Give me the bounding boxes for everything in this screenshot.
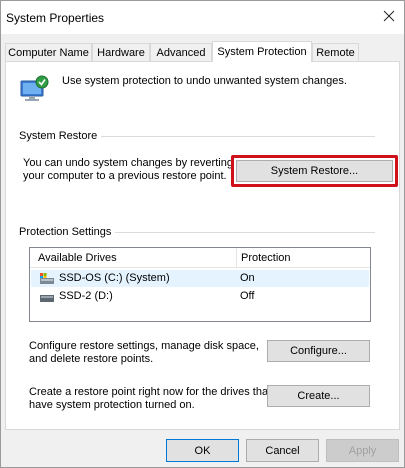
tab-remote[interactable]: Remote	[312, 43, 359, 61]
drive-name: SSD-2 (D:)	[59, 290, 113, 302]
intro-text: Use system protection to undo unwanted s…	[62, 75, 347, 87]
system-protection-icon	[20, 75, 49, 101]
system-restore-description: You can undo system changes by reverting…	[23, 157, 233, 183]
tab-hardware[interactable]: Hardware	[92, 43, 150, 61]
description-line: You can undo system changes by reverting	[23, 157, 233, 169]
protection-settings-group-title: Protection Settings	[19, 226, 116, 238]
tab-computer-name[interactable]: Computer Name	[5, 43, 92, 61]
create-description: Create a restore point right now for the…	[29, 386, 271, 412]
drive-protection-status: Off	[240, 290, 255, 302]
system-protection-panel: Use system protection to undo unwanted s…	[5, 61, 400, 430]
system-restore-group-title: System Restore	[19, 130, 102, 142]
tab-label: Remote	[316, 46, 355, 59]
tab-label: Computer Name	[8, 46, 89, 59]
system-drive-icon	[40, 273, 54, 284]
system-restore-button[interactable]: System Restore...	[236, 160, 393, 182]
close-icon	[383, 10, 395, 22]
button-label: OK	[194, 444, 211, 457]
window-title: System Properties	[6, 11, 105, 25]
tab-label: System Protection	[217, 46, 307, 58]
tab-label: Hardware	[97, 46, 145, 59]
drive-row[interactable]: SSD-2 (D:) Off	[31, 288, 369, 305]
cancel-button[interactable]: Cancel	[246, 439, 319, 462]
description-line: your computer to a previous restore poin…	[23, 170, 227, 182]
configure-button[interactable]: Configure...	[267, 340, 370, 362]
drive-protection-status: On	[240, 272, 255, 284]
drive-row[interactable]: SSD-OS (C:) (System) On	[31, 270, 369, 287]
tab-label: Advanced	[156, 46, 206, 59]
description-line: Create a restore point right now for the…	[29, 386, 272, 398]
system-properties-dialog: System Properties Computer Name Hardware…	[0, 0, 405, 468]
button-label: Apply	[348, 444, 377, 457]
drives-list: Available Drives Protection SSD-OS (C:) …	[29, 247, 371, 322]
description-line: Configure restore settings, manage disk …	[29, 340, 259, 352]
create-button[interactable]: Create...	[267, 385, 370, 407]
drive-name: SSD-OS (C:) (System)	[59, 272, 170, 284]
tab-advanced[interactable]: Advanced	[150, 43, 212, 61]
button-label: Cancel	[265, 444, 300, 457]
column-header-available-drives[interactable]: Available Drives	[38, 252, 117, 264]
ok-button[interactable]: OK	[166, 439, 239, 462]
button-label: System Restore...	[270, 165, 359, 177]
title-bar: System Properties	[1, 1, 404, 34]
column-separator	[236, 248, 237, 268]
apply-button[interactable]: Apply	[326, 439, 399, 462]
button-label: Create...	[297, 390, 340, 402]
description-line: and delete restore points.	[29, 353, 154, 365]
column-header-protection[interactable]: Protection	[241, 252, 291, 264]
tab-system-protection[interactable]: System Protection	[212, 41, 312, 62]
tab-strip: Computer Name Hardware Advanced System P…	[5, 41, 401, 62]
drives-list-header: Available Drives Protection	[30, 248, 370, 268]
description-line: have system protection turned on.	[29, 399, 195, 411]
close-button[interactable]	[378, 5, 400, 27]
button-label: Configure...	[290, 345, 347, 357]
drive-icon	[40, 295, 54, 302]
configure-description: Configure restore settings, manage disk …	[29, 340, 259, 366]
